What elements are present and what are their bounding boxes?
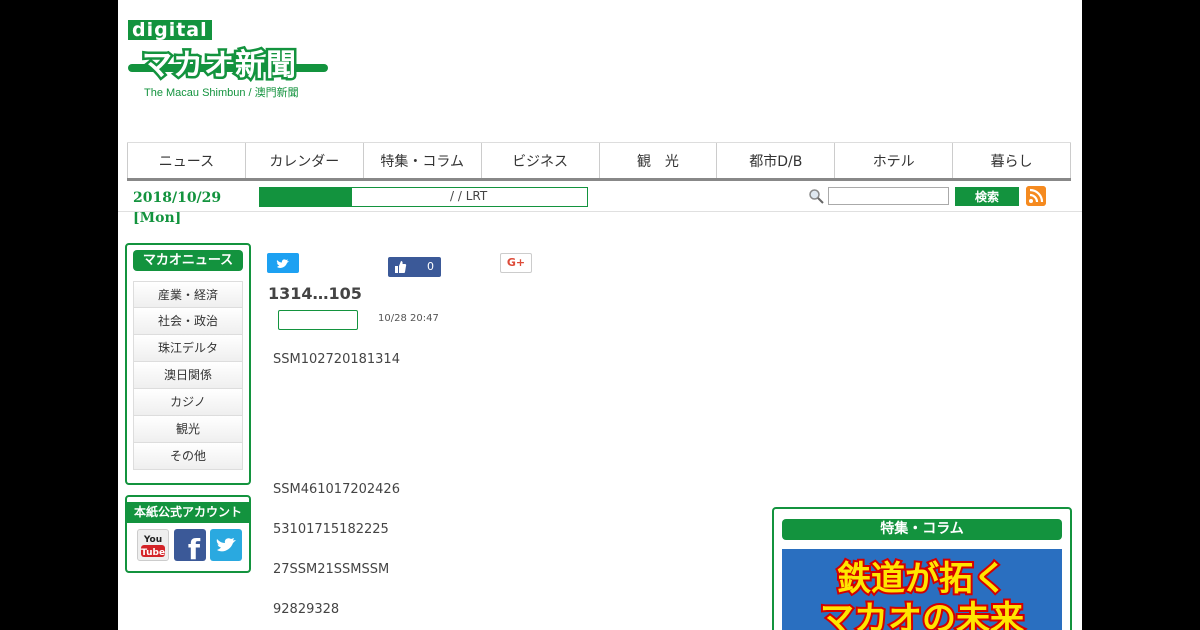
feature-column-title: 特集・コラム — [782, 519, 1062, 540]
ticker-label — [260, 188, 352, 206]
nav-business[interactable]: ビジネス — [480, 143, 599, 178]
article-paragraph: 27SSM21SSMSSM — [273, 562, 390, 577]
article-paragraph: 92829328 — [273, 602, 340, 617]
feature-column-box: 特集・コラム 鉄道が拓く マカオの未来 — [772, 507, 1072, 630]
article-paragraph: SSM461017202426 — [273, 482, 400, 497]
nav-features[interactable]: 特集・コラム — [362, 143, 481, 178]
nav-city-db[interactable]: 都市D/B — [716, 143, 835, 178]
date-text: 2018/10/29 — [133, 190, 222, 206]
category-industry[interactable]: 産業・経済 — [133, 281, 243, 308]
search-input[interactable] — [828, 187, 949, 205]
dateline: 2018/10/29 [Mon] — [133, 188, 221, 228]
banner-line-2: マカオの未来 — [818, 597, 1026, 630]
twitter-share-button[interactable] — [267, 253, 299, 273]
news-ticker[interactable]: / / LRT — [259, 187, 588, 207]
twitter-icon[interactable] — [210, 529, 242, 561]
article-headline: 1314…105 — [268, 284, 362, 303]
nav-hotel[interactable]: ホテル — [834, 143, 953, 178]
article-category-tag[interactable] — [278, 310, 358, 330]
category-society[interactable]: 社会・政治 — [133, 308, 243, 335]
official-accounts-box: 本紙公式アカウント You Tube f — [125, 495, 251, 573]
youtube-icon[interactable]: You Tube — [137, 529, 169, 561]
nav-news[interactable]: ニュース — [127, 143, 245, 178]
google-plus-button[interactable]: G+ — [500, 253, 532, 273]
logo-digital: digital — [128, 20, 212, 40]
svg-text:You: You — [143, 535, 162, 545]
nav-tourism[interactable]: 観 光 — [598, 143, 717, 178]
category-macau-japan[interactable]: 澳日関係 — [133, 362, 243, 389]
rss-icon[interactable] — [1026, 186, 1046, 206]
category-pearl-delta[interactable]: 珠江デルタ — [133, 335, 243, 362]
like-count: 0 — [427, 260, 434, 273]
article-paragraph: SSM102720181314 — [273, 352, 400, 367]
news-category-title: マカオニュース — [133, 250, 243, 271]
facebook-like-button[interactable]: 0 — [388, 257, 441, 277]
logo-subtitle: The Macau Shimbun / 澳門新聞 — [144, 87, 299, 99]
search-icon — [809, 189, 824, 204]
facebook-icon[interactable]: f — [174, 529, 206, 566]
article-timestamp: 10/28 20:47 — [378, 313, 439, 324]
news-category-box: マカオニュース 産業・経済 社会・政治 珠江デルタ 澳日関係 カジノ 観光 その… — [125, 243, 251, 485]
site-logo[interactable]: digital マカオ新聞 The Macau Shimbun / 澳門新聞 — [128, 18, 348, 103]
logo-name: マカオ新聞 — [140, 46, 299, 86]
feature-banner[interactable]: 鉄道が拓く マカオの未来 — [782, 549, 1062, 630]
main-nav: ニュース カレンダー 特集・コラム ビジネス 観 光 都市D/B ホテル 暮らし — [127, 142, 1071, 181]
news-category-list: 産業・経済 社会・政治 珠江デルタ 澳日関係 カジノ 観光 その他 — [133, 281, 243, 470]
category-tourism[interactable]: 観光 — [133, 416, 243, 443]
nav-living[interactable]: 暮らし — [952, 143, 1071, 178]
nav-calendar[interactable]: カレンダー — [244, 143, 363, 178]
category-other[interactable]: その他 — [133, 443, 243, 470]
category-casino[interactable]: カジノ — [133, 389, 243, 416]
header-divider — [118, 211, 1082, 212]
svg-text:f: f — [188, 533, 201, 561]
official-accounts-title: 本紙公式アカウント — [127, 502, 249, 523]
svg-text:Tube: Tube — [141, 548, 165, 558]
ticker-text: / / LRT — [450, 189, 488, 203]
article-paragraph: 53101715182225 — [273, 522, 389, 537]
page: digital マカオ新聞 The Macau Shimbun / 澳門新聞 ニ… — [118, 0, 1082, 630]
search-button[interactable]: 検索 — [955, 187, 1019, 206]
